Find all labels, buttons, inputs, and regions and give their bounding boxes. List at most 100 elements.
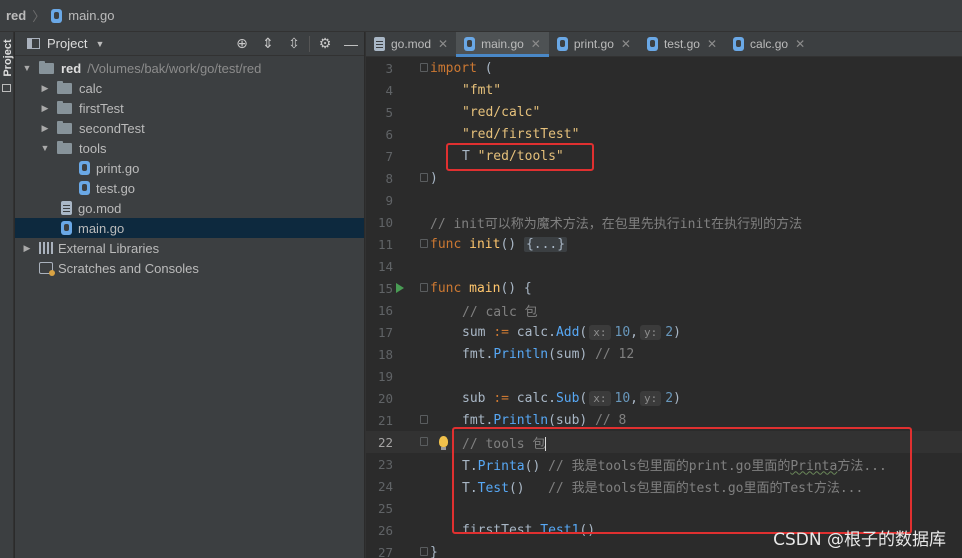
code-line: 19 bbox=[366, 365, 962, 387]
function-name: init bbox=[469, 236, 501, 252]
project-tool-button[interactable]: Project bbox=[2, 38, 14, 78]
string-literal: "red/firstTest" bbox=[462, 126, 580, 142]
tree-item-label: red bbox=[61, 60, 82, 76]
fold-icon[interactable] bbox=[420, 437, 428, 446]
fold-icon[interactable] bbox=[420, 415, 428, 424]
line-number: 15 bbox=[377, 280, 393, 296]
code-token: ) bbox=[673, 390, 681, 406]
code-token: fmt. bbox=[462, 412, 494, 428]
tree-item-secondtest[interactable]: ▶ secondTest bbox=[15, 118, 364, 138]
code-text: // calc 包 bbox=[462, 301, 538, 320]
tab-main-go[interactable]: main.go ✕ bbox=[456, 32, 549, 57]
chevron-down-icon[interactable]: ▼ bbox=[21, 63, 33, 73]
go-file-icon bbox=[733, 37, 745, 51]
tree-item-firsttest[interactable]: ▶ firstTest bbox=[15, 98, 364, 118]
tab-print-go[interactable]: print.go ✕ bbox=[549, 32, 639, 56]
tab-test-go[interactable]: test.go ✕ bbox=[639, 32, 725, 56]
chevron-down-icon[interactable]: ▼ bbox=[95, 39, 104, 49]
code-token: () bbox=[524, 458, 549, 474]
fold-icon[interactable] bbox=[420, 283, 428, 292]
chevron-right-icon[interactable]: ▶ bbox=[39, 103, 51, 114]
tab-go-mod[interactable]: go.mod ✕ bbox=[366, 32, 456, 56]
close-icon[interactable]: ✕ bbox=[795, 37, 805, 51]
function-call: Test bbox=[477, 480, 509, 496]
go-file-icon bbox=[464, 37, 476, 51]
crosshair-icon[interactable]: ⊕ bbox=[229, 35, 255, 52]
tab-label: go.mod bbox=[391, 37, 432, 51]
chevron-right-icon[interactable]: ▶ bbox=[21, 243, 33, 254]
code-text: func init() {...} bbox=[430, 236, 568, 252]
fold-icon[interactable] bbox=[420, 239, 428, 248]
project-panel-title[interactable]: Project bbox=[47, 36, 87, 51]
tree-item-label: main.go bbox=[78, 220, 125, 236]
breadcrumb: red 〉 main.go bbox=[0, 0, 962, 32]
code-token: firstTest. bbox=[462, 522, 541, 538]
param-hint: y: bbox=[639, 390, 662, 406]
project-view-icon bbox=[27, 38, 40, 49]
expand-all-icon[interactable]: ⇕ bbox=[255, 35, 281, 52]
function-call: Sub bbox=[555, 390, 580, 406]
operator: := bbox=[493, 324, 509, 340]
tree-item-external-libraries[interactable]: ▶ External Libraries bbox=[15, 238, 364, 258]
comment: // calc 包 bbox=[462, 304, 538, 320]
line-number: 18 bbox=[377, 346, 393, 362]
folder-icon[interactable] bbox=[2, 84, 11, 92]
close-icon[interactable]: ✕ bbox=[438, 37, 448, 51]
mod-file-icon bbox=[61, 201, 72, 215]
tree-item-test-go[interactable]: test.go bbox=[15, 178, 364, 198]
folded-block[interactable]: {...} bbox=[523, 236, 568, 252]
string-literal: "red/tools" bbox=[477, 148, 564, 164]
code-token: calc. bbox=[508, 390, 556, 406]
close-icon[interactable]: ✕ bbox=[707, 37, 717, 51]
lightbulb-icon[interactable] bbox=[439, 436, 448, 450]
number: 10 bbox=[614, 390, 631, 406]
project-panel-header: Project ▼ ⊕ ⇕ ⇳ ⚙ — bbox=[15, 32, 364, 56]
line-number: 16 bbox=[377, 302, 393, 318]
tree-item-print-go[interactable]: print.go bbox=[15, 158, 364, 178]
run-icon[interactable] bbox=[396, 283, 404, 293]
function-call: Printa bbox=[477, 458, 525, 474]
tree-item-calc[interactable]: ▶ calc bbox=[15, 78, 364, 98]
function-call: Add bbox=[555, 324, 580, 340]
tree-item-main-go[interactable]: main.go bbox=[15, 218, 364, 238]
fold-icon[interactable] bbox=[420, 63, 428, 72]
code-token: } bbox=[430, 544, 438, 558]
param-hint: x: bbox=[589, 390, 611, 406]
project-panel: Project ▼ ⊕ ⇕ ⇳ ⚙ — ▼ red /Volumes/bak/w… bbox=[15, 32, 364, 558]
code-token: (sum) bbox=[548, 346, 596, 362]
code-token: () { bbox=[500, 280, 532, 296]
code-line: 10 // init可以称为魔术方法，在包里先执行init在执行别的方法 bbox=[366, 211, 962, 233]
tree-item-red[interactable]: ▼ red /Volumes/bak/work/go/test/red bbox=[15, 58, 364, 78]
editor: go.mod ✕ main.go ✕ print.go ✕ test.go ✕ … bbox=[365, 32, 962, 558]
code-line: 4 "fmt" bbox=[366, 79, 962, 101]
fold-icon[interactable] bbox=[420, 173, 428, 182]
chevron-right-icon[interactable]: ▶ bbox=[39, 83, 51, 94]
chevron-down-icon[interactable]: ▼ bbox=[39, 143, 51, 153]
string-literal: "fmt" bbox=[462, 82, 502, 98]
tree-item-label: Scratches and Consoles bbox=[58, 260, 199, 276]
tree-item-label: tools bbox=[79, 140, 107, 156]
gear-icon[interactable]: ⚙ bbox=[312, 35, 338, 52]
comment: // init可以称为魔术方法，在包里先执行init在执行别的方法 bbox=[430, 216, 803, 232]
code-line: 16 // calc 包 bbox=[366, 299, 962, 321]
close-icon[interactable]: ✕ bbox=[531, 37, 541, 51]
code-area[interactable]: 3 import ( 4 "fmt" 5 "red/calc" 6 "red/f… bbox=[366, 57, 962, 558]
line-number: 14 bbox=[377, 258, 393, 274]
chevron-right-icon[interactable]: ▶ bbox=[39, 123, 51, 134]
collapse-all-icon[interactable]: ⇳ bbox=[281, 35, 307, 52]
tree-item-scratches[interactable]: Scratches and Consoles bbox=[15, 258, 364, 278]
code-text: "red/firstTest" bbox=[462, 127, 579, 142]
breadcrumb-root[interactable]: red bbox=[6, 8, 26, 23]
tab-calc-go[interactable]: calc.go ✕ bbox=[725, 32, 813, 56]
minimize-icon[interactable]: — bbox=[338, 36, 364, 52]
tree-item-go-mod[interactable]: go.mod bbox=[15, 198, 364, 218]
fold-icon[interactable] bbox=[420, 547, 428, 556]
tree-item-tools[interactable]: ▼ tools bbox=[15, 138, 364, 158]
close-icon[interactable]: ✕ bbox=[621, 37, 631, 51]
number: 10 bbox=[614, 324, 631, 340]
code-text: sub := calc.Sub(x: 10, y: 2) bbox=[462, 390, 681, 406]
code-text: T.Test() // 我是tools包里面的test.go里面的Test方法.… bbox=[462, 477, 863, 496]
code-line: 7 T "red/tools" bbox=[366, 145, 962, 167]
breadcrumb-file[interactable]: main.go bbox=[68, 8, 114, 23]
line-number: 10 bbox=[377, 214, 393, 230]
